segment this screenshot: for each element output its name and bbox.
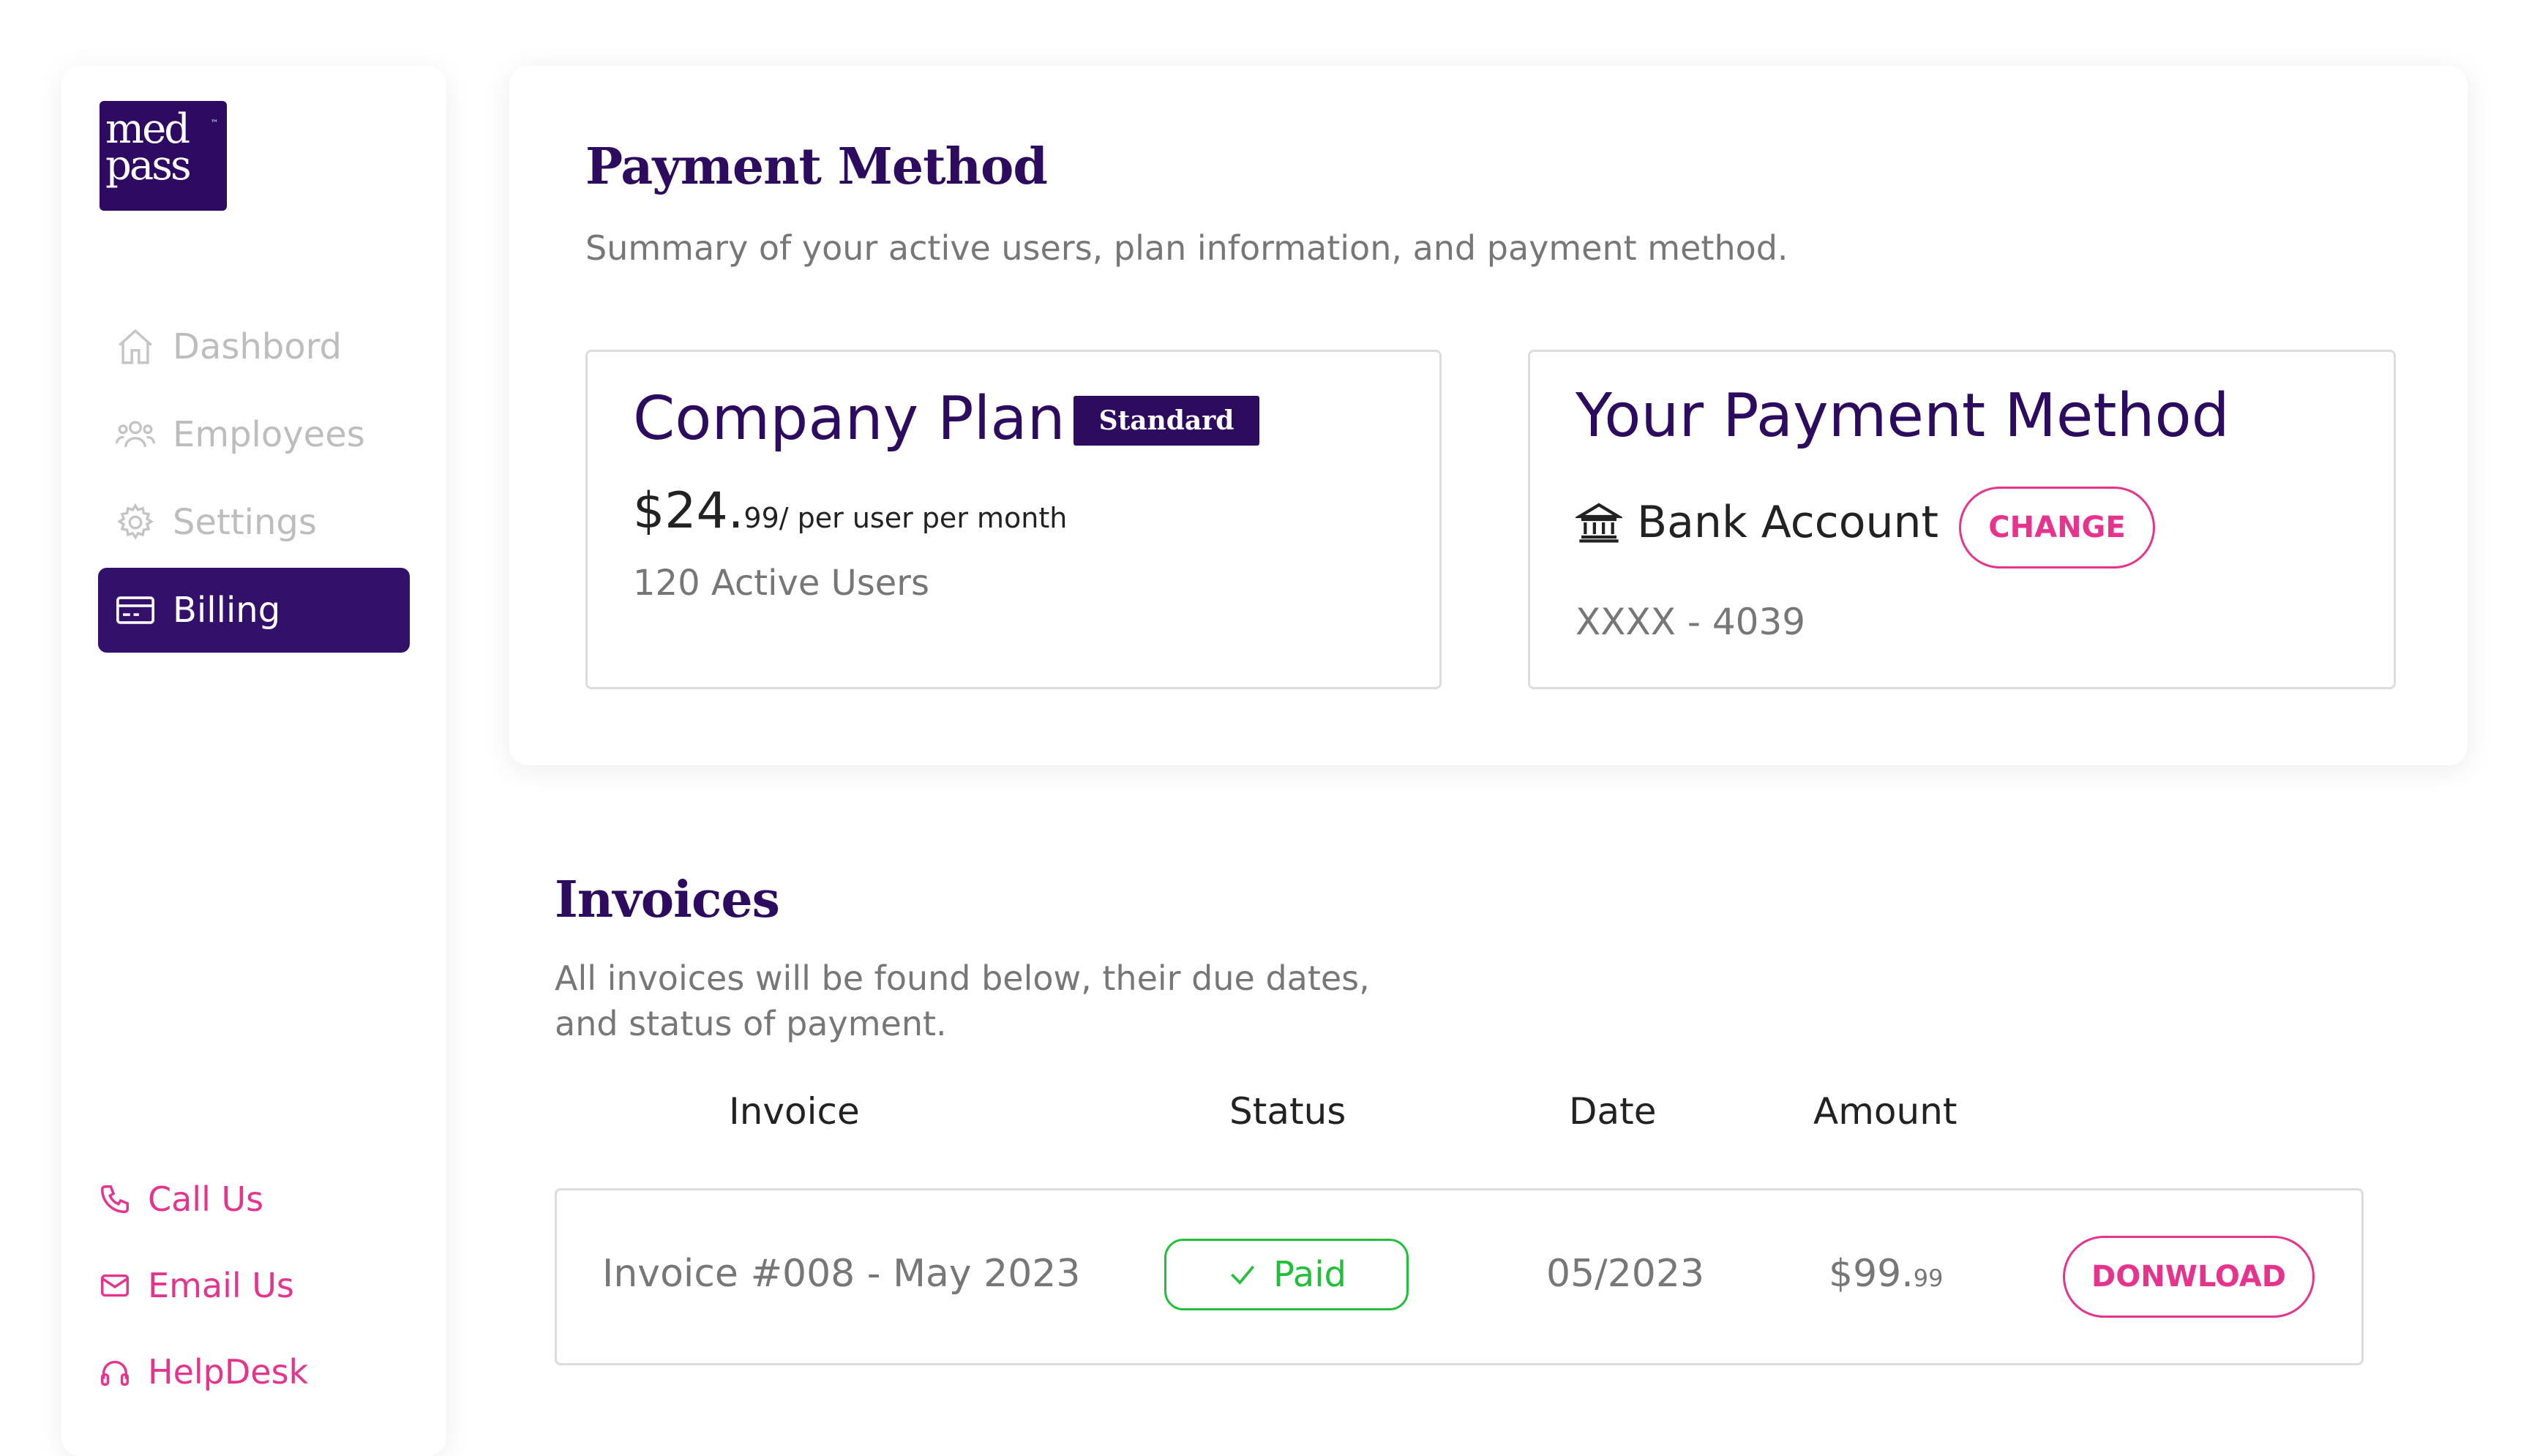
invoices-subtitle-line-2: and status of payment. (555, 1004, 947, 1043)
sidebar-item-employees[interactable]: Employees (98, 392, 410, 477)
payment-method-card: Payment Method Summary of your active us… (509, 66, 2468, 765)
sidebar-item-billing[interactable]: Billing (98, 568, 410, 653)
price-suffix: / per user per month (779, 502, 1068, 534)
status-badge: Paid (1164, 1239, 1409, 1310)
amount-cents: 99 (1913, 1264, 1944, 1292)
column-header-status: Status (1229, 1090, 1346, 1133)
active-users: 120 Active Users (633, 563, 930, 604)
home-icon (119, 329, 152, 364)
helpdesk-label: HelpDesk (148, 1352, 309, 1392)
sidebar-item-label: Employees (173, 414, 365, 455)
invoice-amount: $99.99 (1829, 1252, 1944, 1296)
invoices-title: Invoices (555, 871, 780, 929)
sidebar-item-label: Billing (173, 590, 281, 631)
page-subtitle: Summary of your active users, plan infor… (585, 228, 1788, 268)
invoice-name: Invoice #008 - May 2023 (602, 1252, 1081, 1296)
sidebar: med pass ™ Dashbord Employees Settings B… (61, 66, 446, 1456)
bank-account-label: Bank Account (1637, 497, 1939, 548)
plan-price: $24.99/ per user per month (633, 482, 1067, 540)
mail-icon (101, 1274, 129, 1297)
column-header-amount: Amount (1813, 1090, 1957, 1133)
phone-icon (101, 1185, 129, 1213)
bank-account: Bank Account (1576, 497, 1938, 548)
medpass-logo[interactable]: med pass ™ (100, 101, 227, 211)
payment-method-title: Your Payment Method (1576, 381, 2230, 451)
price-main: $24. (633, 482, 744, 540)
bank-icon (1576, 503, 1622, 543)
price-cents: 99 (743, 502, 779, 534)
logo-trademark: ™ (211, 119, 218, 127)
status-label: Paid (1273, 1254, 1346, 1295)
check-icon (1231, 1265, 1255, 1285)
invoices-subtitle-line-1: All invoices will be found below, their … (555, 958, 1370, 998)
call-us-link[interactable]: Call Us (98, 1179, 263, 1219)
headphones-icon (101, 1360, 129, 1386)
sidebar-item-dashboard[interactable]: Dashbord (98, 304, 410, 389)
table-row: Invoice #008 - May 2023 Paid 05/2023 $99… (555, 1188, 2364, 1365)
call-us-label: Call Us (148, 1179, 264, 1219)
sidebar-item-label: Dashbord (173, 326, 342, 367)
change-button[interactable]: CHANGE (1959, 487, 2155, 568)
invoice-date: 05/2023 (1546, 1252, 1705, 1296)
page-title: Payment Method (585, 138, 1048, 196)
payment-method-box: Your Payment Method Bank Account CHANGE … (1528, 350, 2396, 689)
account-number: XXXX - 4039 (1576, 601, 1806, 643)
amount-main: $99. (1829, 1252, 1914, 1296)
logo-line-2: pass (105, 142, 192, 189)
credit-card-icon (116, 596, 154, 624)
gear-icon (117, 503, 154, 540)
email-us-label: Email Us (148, 1266, 294, 1305)
column-header-invoice: Invoice (729, 1090, 860, 1133)
plan-title: Company Plan (633, 384, 1065, 454)
helpdesk-link[interactable]: HelpDesk (98, 1352, 308, 1392)
sidebar-item-label: Settings (173, 502, 317, 543)
email-us-link[interactable]: Email Us (98, 1266, 294, 1305)
plan-badge: Standard (1074, 396, 1259, 446)
column-header-date: Date (1569, 1090, 1657, 1133)
download-button[interactable]: DONWLOAD (2063, 1236, 2315, 1318)
sidebar-item-settings[interactable]: Settings (98, 480, 410, 565)
company-plan-box: Company Plan Standard $24.99/ per user p… (585, 350, 1442, 689)
users-icon (115, 421, 156, 448)
